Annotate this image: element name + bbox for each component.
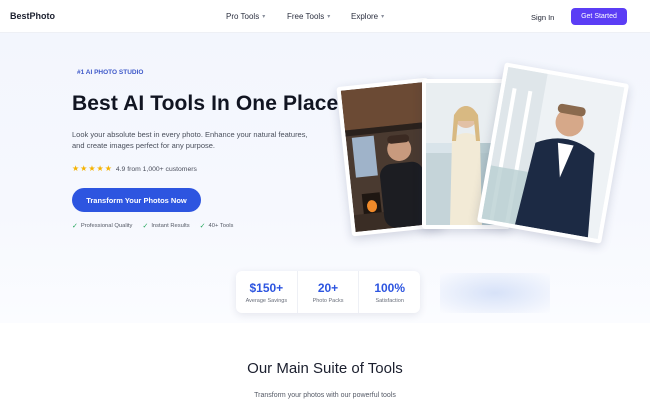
star-icon: ★ — [80, 164, 88, 173]
nav-item-label: Explore — [351, 12, 379, 21]
chevron-down-icon: ▾ — [262, 14, 266, 20]
feature-label: Instant Results — [151, 223, 190, 229]
stat-value: 100% — [374, 280, 406, 295]
feature-label: Professional Quality — [80, 223, 133, 229]
hero-eyebrow: #1 AI PHOTO STUDIO — [77, 69, 144, 76]
stat-label: Average Savings — [245, 297, 288, 304]
brand-logo[interactable]: BestPhoto — [10, 11, 55, 21]
transform-photos-button[interactable]: Transform Your Photos Now — [72, 188, 201, 212]
nav-item-free-tools[interactable]: Free Tools ▾ — [287, 12, 330, 21]
rating-text: 4.9 from 1,000+ customers — [115, 165, 197, 173]
check-icon: ✓ — [72, 223, 78, 230]
star-icon: ★ — [96, 164, 104, 173]
star-rating: ★ ★ ★ ★ ★ — [72, 165, 112, 173]
chevron-down-icon: ▾ — [327, 14, 331, 20]
nav-item-label: Free Tools — [287, 12, 325, 21]
feature-item: ✓ 40+ Tools — [200, 222, 234, 230]
feature-item: ✓ Instant Results — [142, 222, 189, 230]
sign-in-link[interactable]: Sign In — [531, 13, 554, 22]
section-subtitle: Transform your photos with our powerful … — [254, 392, 396, 399]
feature-list: ✓ Professional Quality ✓ Instant Results… — [72, 222, 233, 230]
feature-item: ✓ Professional Quality — [72, 222, 132, 230]
stat-value: 20+ — [317, 280, 339, 295]
hero-glow — [440, 273, 550, 313]
stat-label: Satisfaction — [375, 297, 404, 304]
chevron-down-icon: ▾ — [381, 14, 385, 20]
nav-item-pro-tools[interactable]: Pro Tools ▾ — [226, 12, 265, 21]
star-icon: ★ — [104, 164, 112, 173]
nav-item-explore[interactable]: Explore ▾ — [351, 12, 384, 21]
stat-photo-packs: 20+ Photo Packs — [296, 271, 359, 313]
nav-item-label: Pro Tools — [226, 12, 260, 21]
stat-satisfaction: 100% Satisfaction — [358, 271, 420, 313]
hero-subtitle: Look your absolute best in every photo. … — [72, 130, 308, 150]
star-icon: ★ — [88, 164, 96, 173]
check-icon: ✓ — [142, 223, 149, 230]
portrait-image — [481, 66, 625, 240]
stats-card: $150+ Average Savings 20+ Photo Packs 10… — [236, 271, 420, 313]
get-started-button[interactable]: Get Started — [571, 8, 627, 25]
rating-row: ★ ★ ★ ★ ★ 4.9 from 1,000+ customers — [72, 165, 197, 173]
stat-label: Photo Packs — [312, 297, 344, 304]
section-title: Our Main Suite of Tools — [247, 360, 403, 377]
stat-average-savings: $150+ Average Savings — [236, 271, 297, 313]
stat-value: $150+ — [249, 280, 284, 295]
check-icon: ✓ — [199, 223, 206, 230]
top-navbar: BestPhoto Pro Tools ▾ Free Tools ▾ Explo… — [0, 0, 650, 33]
feature-label: 40+ Tools — [208, 223, 234, 229]
star-icon: ★ — [72, 164, 80, 173]
hero-title: Best AI Tools In One Place — [72, 92, 339, 115]
